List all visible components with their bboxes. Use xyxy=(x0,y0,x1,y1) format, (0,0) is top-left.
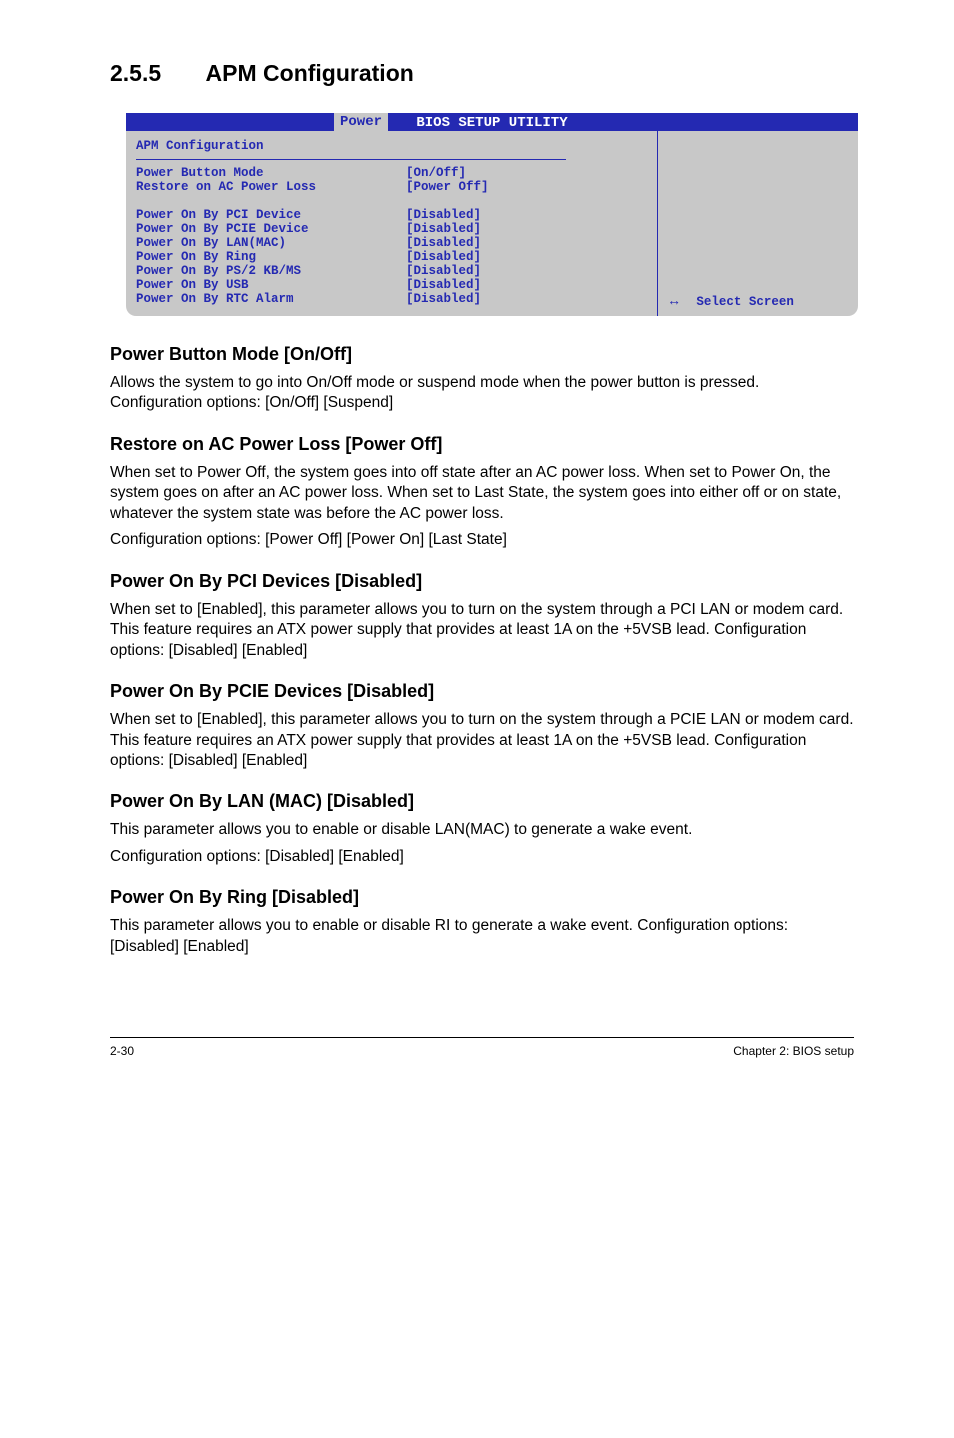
setting-label: Power On By Ring xyxy=(136,250,406,264)
bios-setting-row[interactable]: Restore on AC Power Loss [Power Off] xyxy=(136,180,647,194)
bios-left-pane: APM Configuration Power Button Mode [On/… xyxy=(126,131,657,316)
paragraph: When set to [Enabled], this parameter al… xyxy=(110,710,854,771)
bios-setting-row[interactable]: Power On By PCI Device [Disabled] xyxy=(136,208,647,222)
section-heading: 2.5.5 APM Configuration xyxy=(110,60,854,87)
setting-value: [Power Off] xyxy=(406,180,489,194)
bios-setting-row[interactable]: Power On By Ring [Disabled] xyxy=(136,250,647,264)
setting-label: Power On By LAN(MAC) xyxy=(136,236,406,250)
bios-right-pane: ↔ Select Screen xyxy=(657,131,858,316)
setting-label: Power On By RTC Alarm xyxy=(136,292,406,306)
setting-value: [Disabled] xyxy=(406,208,481,222)
setting-value: [On/Off] xyxy=(406,166,466,180)
setting-label: Power On By PCIE Device xyxy=(136,222,406,236)
bios-setting-row[interactable]: Power On By RTC Alarm [Disabled] xyxy=(136,292,647,306)
setting-label: Restore on AC Power Loss xyxy=(136,180,406,194)
paragraph: When set to [Enabled], this parameter al… xyxy=(110,600,854,661)
paragraph: This parameter allows you to enable or d… xyxy=(110,820,854,840)
setting-label: Power On By USB xyxy=(136,278,406,292)
bios-setting-row[interactable]: Power On By USB [Disabled] xyxy=(136,278,647,292)
bios-panel-title: APM Configuration xyxy=(136,137,647,155)
setting-label: Power On By PCI Device xyxy=(136,208,406,222)
section-title-text: APM Configuration xyxy=(206,60,414,86)
setting-value: [Disabled] xyxy=(406,222,481,236)
bios-tab-power[interactable]: Power xyxy=(334,113,388,131)
paragraph: Configuration options: [Disabled] [Enabl… xyxy=(110,847,854,867)
setting-value: [Disabled] xyxy=(406,278,481,292)
page-number: 2-30 xyxy=(110,1044,134,1058)
paragraph: When set to Power Off, the system goes i… xyxy=(110,463,854,524)
bios-setting-row[interactable]: Power On By LAN(MAC) [Disabled] xyxy=(136,236,647,250)
setting-value: [Disabled] xyxy=(406,292,481,306)
setting-value: [Disabled] xyxy=(406,250,481,264)
bios-panel: BIOS SETUP UTILITY Power APM Configurati… xyxy=(126,113,858,316)
paragraph: Configuration options: [Power Off] [Powe… xyxy=(110,530,854,550)
bios-setting-row[interactable]: Power On By PS/2 KB/MS [Disabled] xyxy=(136,264,647,278)
chapter-label: Chapter 2: BIOS setup xyxy=(733,1044,854,1058)
page-footer: 2-30 Chapter 2: BIOS setup xyxy=(110,1037,854,1058)
subheading: Power On By Ring [Disabled] xyxy=(110,887,854,908)
setting-label: Power Button Mode xyxy=(136,166,406,180)
setting-label: Power On By PS/2 KB/MS xyxy=(136,264,406,278)
subheading: Power Button Mode [On/Off] xyxy=(110,344,854,365)
section-number: 2.5.5 xyxy=(110,60,200,87)
divider xyxy=(136,159,566,160)
setting-value: [Disabled] xyxy=(406,236,481,250)
paragraph: Allows the system to go into On/Off mode… xyxy=(110,373,854,414)
subheading: Restore on AC Power Loss [Power Off] xyxy=(110,434,854,455)
bios-setting-row[interactable]: Power Button Mode [On/Off] xyxy=(136,166,647,180)
subheading: Power On By LAN (MAC) [Disabled] xyxy=(110,791,854,812)
select-screen-label: Select Screen xyxy=(696,295,794,309)
bios-setting-row[interactable]: Power On By PCIE Device [Disabled] xyxy=(136,222,647,236)
subheading: Power On By PCI Devices [Disabled] xyxy=(110,571,854,592)
setting-value: [Disabled] xyxy=(406,264,481,278)
bios-header-title: BIOS SETUP UTILITY xyxy=(416,115,567,131)
bios-header-bar: BIOS SETUP UTILITY Power xyxy=(126,113,858,131)
subheading: Power On By PCIE Devices [Disabled] xyxy=(110,681,854,702)
left-right-arrow-icon: ↔ xyxy=(670,294,678,310)
paragraph: This parameter allows you to enable or d… xyxy=(110,916,854,957)
